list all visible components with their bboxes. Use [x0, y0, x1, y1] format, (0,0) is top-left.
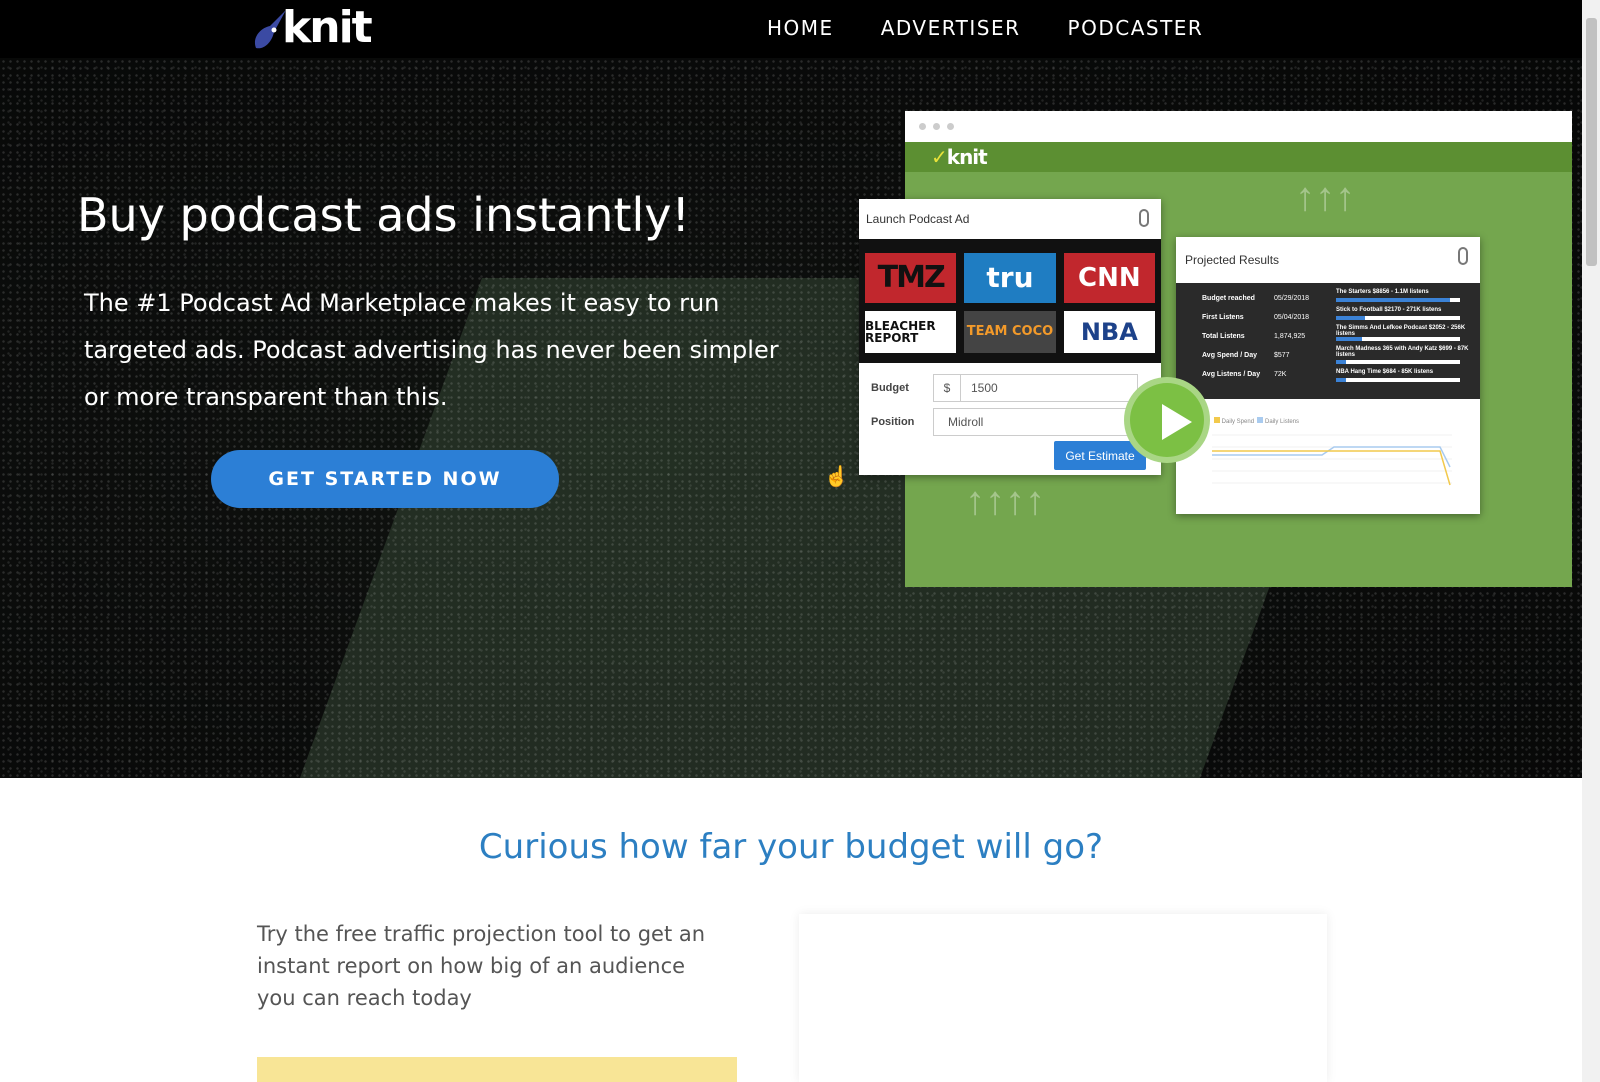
results-row-label: Budget reached [1202, 295, 1255, 302]
results-row: Total Listens 1,874,925 [1202, 333, 1305, 340]
show-bar [1336, 316, 1460, 320]
play-video-button[interactable] [1124, 377, 1210, 463]
show-label: The Starters $8856 - 1.1M listens [1336, 289, 1429, 295]
mini-projection-chart [1212, 434, 1452, 486]
hero-description: The #1 Podcast Ad Marketplace makes it e… [84, 289, 779, 411]
launch-podcast-ad-card: Launch Podcast Ad TMZ tru CNN BLEACHER R… [859, 199, 1161, 475]
results-row-label: First Listens [1202, 314, 1244, 321]
results-row: Avg Listens / Day 72K [1202, 371, 1286, 378]
window-dot-icon [919, 123, 926, 130]
mockup-logo-text: knit [946, 145, 988, 169]
legend-swatch [1257, 417, 1264, 423]
projection-tool-card [799, 914, 1327, 1082]
position-label: Position [871, 416, 915, 428]
brand-logo-nba: NBA [1063, 310, 1155, 353]
results-row: Avg Spend / Day $577 [1202, 352, 1290, 359]
legend-label: Daily Listens [1265, 419, 1300, 425]
results-row-label: Avg Listens / Day [1202, 371, 1261, 378]
projected-results-card: Projected Results Budget reached 05/29/20… [1176, 237, 1480, 514]
get-started-button[interactable]: GET STARTED NOW [211, 450, 559, 508]
nav-home[interactable]: HOME [767, 16, 834, 40]
hero-title: Buy podcast ads instantly! [77, 188, 690, 242]
show-bar-fill [1336, 337, 1363, 341]
window-dot-icon [933, 123, 940, 130]
show-bar-fill [1336, 298, 1451, 302]
mockup-app-nav: ✓knit [905, 142, 1572, 172]
show-label: March Madness 365 with Andy Katz $699 - … [1336, 346, 1469, 358]
page-scrollbar[interactable] [1582, 0, 1600, 1082]
show-bar-fill [1336, 360, 1346, 364]
logo-wordmark: knit [282, 2, 373, 53]
results-summary-table: Budget reached 05/29/2018 First Listens 05… [1176, 283, 1480, 399]
budget-row: Budget $ 1500 [859, 371, 1161, 405]
brand-logo-bleacher-report: BLEACHER REPORT [865, 310, 957, 353]
brand-logo-team-coco: TEAM COCO [964, 310, 1056, 353]
projection-tool-box[interactable] [257, 1057, 737, 1082]
position-value: Midroll [948, 415, 984, 429]
results-row-value: 05/04/2018 [1274, 314, 1310, 321]
podcast-brand-grid: TMZ tru CNN BLEACHER REPORT TEAM COCO NB… [859, 239, 1161, 363]
brand-logo-tru: tru [964, 253, 1056, 303]
brand-logo-tmz: TMZ [865, 253, 957, 303]
budget-field[interactable]: $ 1500 [933, 374, 1138, 402]
show-bar [1336, 378, 1460, 382]
mockup-browser-chrome [905, 111, 1572, 142]
up-arrows-icon: ↑↑↑ [1295, 175, 1355, 219]
mini-chart-legend: Daily Spend Daily Listens [1214, 417, 1299, 425]
launch-card-title: Launch Podcast Ad [866, 212, 970, 226]
results-row: Budget reached 05/29/2018 [1202, 295, 1309, 302]
main-nav: HOME ADVERTISER PODCASTER [767, 16, 1250, 40]
show-bar-fill [1336, 378, 1346, 382]
nav-advertiser[interactable]: ADVERTISER [881, 16, 1021, 40]
show-bar-fill [1336, 316, 1365, 320]
window-dot-icon [947, 123, 954, 130]
show-bar [1336, 337, 1460, 341]
results-row-value: $577 [1274, 352, 1290, 359]
up-arrows-icon: ↑↑↑↑ [965, 479, 1045, 523]
results-row-value: 05/29/2018 [1274, 295, 1310, 302]
show-bar [1336, 360, 1460, 364]
brand-logo-cnn: CNN [1063, 253, 1155, 303]
currency-symbol: $ [934, 375, 961, 401]
results-card-title: Projected Results [1185, 253, 1280, 267]
scrollbar-thumb[interactable] [1586, 18, 1597, 266]
top-nav-bar: knit HOME ADVERTISER PODCASTER [0, 0, 1582, 58]
show-label: Stick to Football $2170 - 271K listens [1336, 307, 1442, 313]
knit-logo[interactable]: knit [252, 2, 373, 53]
nav-podcaster[interactable]: PODCASTER [1068, 16, 1204, 40]
mockup-logo: ✓knit [931, 145, 988, 169]
position-select[interactable]: Midroll ▾ [933, 408, 1143, 436]
hand-cursor-icon: ☝ [824, 466, 849, 488]
results-row-label: Avg Spend / Day [1202, 352, 1257, 359]
show-label: The Simms And Lefkoe Podcast $2052 - 256… [1336, 325, 1466, 337]
results-row-value: 72K [1274, 371, 1287, 378]
legend-label: Daily Spend [1221, 419, 1255, 425]
leaf-icon: ✓ [931, 145, 948, 169]
budget-section-title: Curious how far your budget will go? [478, 827, 1104, 867]
show-bar [1336, 298, 1460, 302]
legend-swatch [1214, 417, 1220, 423]
microphone-icon [1139, 209, 1149, 227]
budget-section-description: Try the free traffic projection tool to … [257, 922, 706, 1010]
budget-value: 1500 [971, 381, 998, 395]
show-label: NBA Hang Time $684 - 85K listens [1336, 369, 1434, 375]
launch-card-header: Launch Podcast Ad [859, 199, 1161, 239]
budget-label: Budget [871, 382, 909, 394]
results-card-header: Projected Results [1176, 237, 1480, 283]
microphone-icon [1458, 247, 1468, 265]
results-row-label: Total Listens [1202, 333, 1245, 340]
position-row: Position Midroll ▾ [859, 405, 1161, 439]
results-row-value: 1,874,925 [1274, 333, 1306, 340]
results-row: First Listens 05/04/2018 [1202, 314, 1309, 321]
